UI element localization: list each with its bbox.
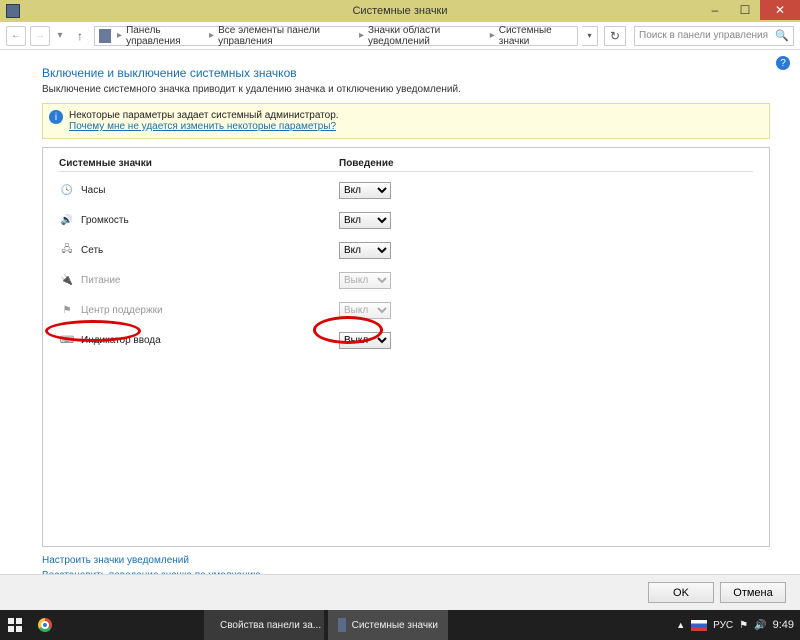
close-button[interactable]: ✕: [760, 0, 800, 20]
taskbar-item[interactable]: Системные значки: [328, 610, 448, 640]
icon-row: 🔌 ПитаниеВклВыкл: [59, 268, 753, 292]
taskbar-item-icon: [338, 618, 346, 632]
icons-panel: Системные значки Поведение 🕓ЧасыВклВыкл🔊…: [42, 147, 770, 547]
divider: [59, 171, 753, 172]
system-tray: ▲ РУС ⚑ 🔊 9:49: [676, 619, 800, 631]
window-title: Системные значки: [352, 5, 447, 17]
refresh-button[interactable]: ↻: [604, 26, 626, 46]
taskbar-item-label: Системные значки: [352, 620, 438, 631]
icon-row-label: Центр поддержки: [81, 305, 339, 316]
cancel-button[interactable]: Отмена: [720, 582, 786, 603]
icon-row-label: Сеть: [81, 245, 339, 256]
icon-row-label: Индикатор ввода: [81, 335, 339, 346]
keyboard-icon: ⌨: [59, 333, 75, 347]
dialog-button-bar: OK Отмена: [0, 574, 800, 610]
flag-icon: ⚑: [59, 303, 75, 317]
behavior-select: ВклВыкл: [339, 302, 391, 319]
clock-icon: 🕓: [59, 183, 75, 197]
window-controls: – ☐ ✕: [700, 0, 800, 20]
behavior-select[interactable]: ВклВыкл: [339, 212, 391, 229]
icon-row: 🔊 ГромкостьВклВыкл: [59, 208, 753, 232]
tray-volume-icon[interactable]: 🔊: [754, 620, 766, 631]
maximize-button[interactable]: ☐: [730, 0, 760, 20]
icon-row: ⌨ Индикатор вводаВклВыкл: [59, 328, 753, 352]
column-system-icons: Системные значки: [59, 158, 339, 169]
taskbar-item-label: Свойства панели за...: [220, 620, 321, 631]
icon-row: ⚑ Центр поддержкиВклВыкл: [59, 298, 753, 322]
behavior-select[interactable]: ВклВыкл: [339, 332, 391, 349]
chevron-right-icon: ▸: [207, 30, 216, 41]
column-behavior: Поведение: [339, 158, 753, 169]
content-area: ? Включение и выключение системных значк…: [0, 50, 800, 574]
control-panel-icon: [99, 29, 111, 43]
window-titlebar: Системные значки – ☐ ✕: [0, 0, 800, 22]
help-icon[interactable]: ?: [776, 56, 790, 70]
page-subtitle: Выключение системного значка приводит к …: [42, 84, 770, 95]
tray-action-center-icon[interactable]: ⚑: [739, 620, 748, 631]
customize-icons-link[interactable]: Настроить значки уведомлений: [42, 555, 770, 566]
bottom-links: Настроить значки уведомлений Восстановит…: [42, 555, 770, 574]
info-icon: i: [49, 110, 63, 124]
search-placeholder: Поиск в панели управления: [639, 30, 768, 41]
taskbar-item[interactable]: Свойства панели за...: [204, 610, 324, 640]
ok-button[interactable]: OK: [648, 582, 714, 603]
navigation-bar: ← → ▾ ↑ ▸ Панель управления ▸ Все элемен…: [0, 22, 800, 50]
breadcrumb-item[interactable]: Значки области уведомлений: [368, 25, 486, 47]
start-button[interactable]: [0, 618, 30, 632]
tray-up-icon[interactable]: ▲: [676, 620, 685, 630]
search-input[interactable]: Поиск в панели управления 🔍: [634, 26, 794, 46]
breadcrumb-item[interactable]: Все элементы панели управления: [218, 25, 355, 47]
icon-row-label: Питание: [81, 275, 339, 286]
icon-row-label: Громкость: [81, 215, 339, 226]
volume-icon: 🔊: [59, 213, 75, 227]
breadcrumb-item[interactable]: Системные значки: [499, 25, 573, 47]
behavior-select: ВклВыкл: [339, 272, 391, 289]
admin-info-banner: i Некоторые параметры задает системный а…: [42, 103, 770, 139]
windows-icon: [8, 618, 22, 632]
breadcrumb-dropdown[interactable]: ▾: [582, 26, 598, 46]
network-icon: 🖧: [59, 243, 75, 257]
page-title: Включение и выключение системных значков: [42, 66, 770, 80]
chevron-right-icon: ▸: [357, 30, 366, 41]
behavior-select[interactable]: ВклВыкл: [339, 242, 391, 259]
power-icon: 🔌: [59, 273, 75, 287]
column-headers: Системные значки Поведение: [59, 158, 753, 169]
tray-clock[interactable]: 9:49: [773, 619, 794, 631]
behavior-select[interactable]: ВклВыкл: [339, 182, 391, 199]
icon-row: 🖧 СетьВклВыкл: [59, 238, 753, 262]
tray-language[interactable]: РУС: [713, 620, 733, 631]
recent-dropdown[interactable]: ▾: [54, 26, 66, 46]
search-icon: 🔍: [775, 29, 789, 42]
up-button[interactable]: ↑: [70, 26, 90, 46]
taskbar-pinned-chrome[interactable]: [30, 618, 60, 632]
app-icon: [6, 4, 20, 18]
tray-flag-icon[interactable]: [691, 620, 707, 631]
chevron-right-icon: ▸: [115, 30, 124, 41]
taskbar: Свойства панели за... Системные значки ▲…: [0, 610, 800, 640]
icon-row-label: Часы: [81, 185, 339, 196]
chevron-right-icon: ▸: [488, 30, 497, 41]
chrome-icon: [38, 618, 52, 632]
minimize-button[interactable]: –: [700, 0, 730, 20]
breadcrumb-item[interactable]: Панель управления: [126, 25, 205, 47]
breadcrumb[interactable]: ▸ Панель управления ▸ Все элементы панел…: [94, 26, 578, 46]
back-button[interactable]: ←: [6, 26, 26, 46]
icon-row: 🕓 ЧасыВклВыкл: [59, 178, 753, 202]
forward-button[interactable]: →: [30, 26, 50, 46]
banner-help-link[interactable]: Почему мне не удается изменить некоторые…: [69, 121, 761, 132]
banner-text: Некоторые параметры задает системный адм…: [69, 110, 339, 121]
